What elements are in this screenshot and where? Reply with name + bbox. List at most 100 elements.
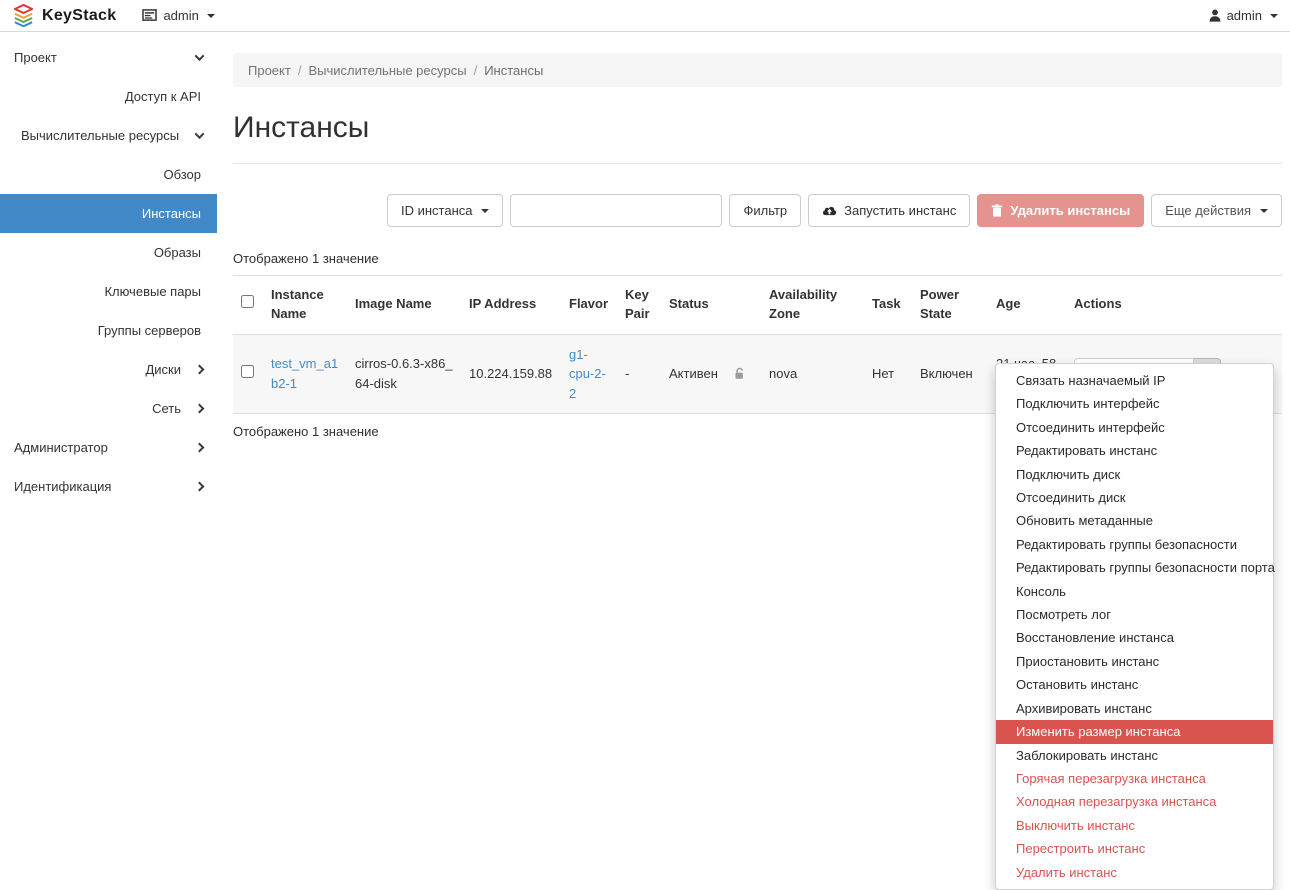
chevron-right-icon (195, 365, 205, 375)
row-actions-menu: Связать назначаемый IP Подключить интерф… (995, 363, 1274, 890)
delete-instances-button[interactable]: Удалить инстансы (977, 194, 1144, 227)
row-checkbox[interactable] (241, 365, 254, 378)
header-availability-zone[interactable]: Availability Zone (761, 276, 864, 335)
filter-field-label: ID инстанса (401, 203, 473, 218)
breadcrumb-project[interactable]: Проект (248, 63, 291, 78)
brand[interactable]: KeyStack (12, 4, 116, 27)
trash-icon (991, 204, 1003, 217)
availability-zone-cell: nova (761, 334, 864, 414)
header-ip-address[interactable]: IP Address (461, 276, 561, 335)
sidebar-item-admin[interactable]: Администратор (0, 428, 217, 467)
menu-item-lock-instance[interactable]: Заблокировать инстанс (996, 744, 1273, 767)
sidebar-item-label: Обзор (163, 167, 201, 182)
project-switcher-label: admin (163, 8, 198, 23)
header-power-state: Power State (912, 276, 988, 335)
table-toolbar: ID инстанса Фильтр Запустить инстанс (233, 194, 1282, 227)
filter-button-label: Фильтр (743, 203, 787, 218)
sidebar-item-api-access[interactable]: Доступ к API (0, 77, 217, 116)
menu-item-edit-instance[interactable]: Редактировать инстанс (996, 439, 1273, 462)
header-age[interactable]: Age (988, 276, 1066, 335)
launch-instance-button[interactable]: Запустить инстанс (808, 194, 970, 227)
sidebar-item-label: Ключевые пары (104, 284, 201, 299)
instance-name-link[interactable]: test_vm_a1b2-1 (271, 356, 338, 391)
menu-item-attach-interface[interactable]: Подключить интерфейс (996, 392, 1273, 415)
menu-item-shelve-instance[interactable]: Архивировать инстанс (996, 697, 1273, 720)
menu-item-edit-security-groups[interactable]: Редактировать группы безопасности (996, 533, 1273, 556)
key-pair-cell: - (617, 334, 661, 414)
menu-item-console[interactable]: Консоль (996, 580, 1273, 603)
menu-item-soft-reboot-instance[interactable]: Горячая перезагрузка инстанса (996, 767, 1273, 790)
chevron-down-icon (1270, 14, 1278, 18)
project-icon (142, 9, 157, 22)
sidebar-item-images[interactable]: Образы (0, 233, 217, 272)
breadcrumb-instances: Инстансы (484, 63, 543, 78)
header-instance-name[interactable]: Instance Name (263, 276, 347, 335)
status-value: Активен (669, 364, 718, 384)
more-actions-button[interactable]: Еще действия (1151, 194, 1282, 227)
menu-item-detach-volume[interactable]: Отсоединить диск (996, 486, 1273, 509)
menu-item-edit-port-security-groups[interactable]: Редактировать группы безопасности порта (996, 556, 1273, 579)
chevron-right-icon (195, 404, 205, 414)
user-menu[interactable]: admin (1209, 8, 1278, 23)
menu-item-resize-instance[interactable]: Изменить размер инстанса (996, 720, 1273, 743)
top-navbar: KeyStack admin admin (0, 0, 1290, 32)
menu-item-rebuild-instance[interactable]: Перестроить инстанс (996, 837, 1273, 860)
menu-item-view-log[interactable]: Посмотреть лог (996, 603, 1273, 626)
header-actions: Actions (1066, 276, 1282, 335)
cloud-upload-icon (822, 205, 837, 217)
menu-item-attach-volume[interactable]: Подключить диск (996, 463, 1273, 486)
unlock-icon (734, 367, 747, 380)
menu-item-shut-off-instance[interactable]: Выключить инстанс (996, 814, 1273, 837)
menu-item-associate-floating-ip[interactable]: Связать назначаемый IP (996, 369, 1273, 392)
sidebar-item-label: Доступ к API (125, 89, 201, 104)
sidebar-item-label: Инстансы (142, 206, 201, 221)
launch-instance-label: Запустить инстанс (844, 203, 956, 218)
project-switcher[interactable]: admin (142, 8, 214, 23)
sidebar-item-overview[interactable]: Обзор (0, 155, 217, 194)
page-title: Инстансы (233, 111, 1282, 145)
breadcrumb-separator: / (298, 63, 302, 78)
header-flavor: Flavor (561, 276, 617, 335)
menu-item-detach-interface[interactable]: Отсоединить интерфейс (996, 416, 1273, 439)
breadcrumb: Проект / Вычислительные ресурсы / Инстан… (233, 53, 1282, 87)
sidebar-item-label: Вычислительные ресурсы (21, 128, 179, 143)
filter-input[interactable] (510, 194, 722, 227)
flavor-link[interactable]: g1-cpu-2-2 (569, 347, 606, 401)
sidebar-item-label: Идентификация (14, 479, 111, 494)
power-state-cell: Включен (912, 334, 988, 414)
sidebar: Проект Доступ к API Вычислительные ресур… (0, 32, 217, 890)
menu-item-delete-instance[interactable]: Удалить инстанс (996, 861, 1273, 884)
filter-field-dropdown[interactable]: ID инстанса (387, 194, 504, 227)
header-key-pair: Key Pair (617, 276, 661, 335)
menu-item-hard-reboot-instance[interactable]: Холодная перезагрузка инстанса (996, 790, 1273, 813)
header-status[interactable]: Status (661, 276, 761, 335)
menu-item-suspend-instance[interactable]: Остановить инстанс (996, 673, 1273, 696)
items-count-top: Отображено 1 значение (233, 251, 1282, 266)
sidebar-item-key-pairs[interactable]: Ключевые пары (0, 272, 217, 311)
image-name-cell: cirros-0.6.3-x86_64-disk (347, 334, 461, 414)
sidebar-item-instances[interactable]: Инстансы (0, 194, 217, 233)
sidebar-item-label: Группы серверов (98, 323, 201, 338)
more-actions-label: Еще действия (1165, 203, 1251, 218)
menu-item-update-metadata[interactable]: Обновить метаданные (996, 509, 1273, 532)
sidebar-item-volumes[interactable]: Диски (0, 350, 217, 389)
chevron-down-icon (481, 209, 489, 213)
sidebar-item-network[interactable]: Сеть (0, 389, 217, 428)
menu-item-rescue-instance[interactable]: Восстановление инстанса (996, 626, 1273, 649)
header-task: Task (864, 276, 912, 335)
chevron-down-icon (1260, 209, 1268, 213)
delete-instances-label: Удалить инстансы (1010, 203, 1130, 218)
menu-item-pause-instance[interactable]: Приостановить инстанс (996, 650, 1273, 673)
header-image-name[interactable]: Image Name (347, 276, 461, 335)
title-divider (233, 163, 1282, 164)
select-all-checkbox[interactable] (241, 295, 254, 308)
breadcrumb-compute[interactable]: Вычислительные ресурсы (308, 63, 466, 78)
filter-button[interactable]: Фильтр (729, 194, 801, 227)
table-header-row: Instance Name Image Name IP Address Flav… (233, 276, 1282, 335)
sidebar-item-project[interactable]: Проект (0, 38, 217, 77)
user-menu-label: admin (1227, 8, 1262, 23)
sidebar-item-compute[interactable]: Вычислительные ресурсы (0, 116, 217, 155)
sidebar-item-identity[interactable]: Идентификация (0, 467, 217, 506)
task-cell: Нет (864, 334, 912, 414)
sidebar-item-server-groups[interactable]: Группы серверов (0, 311, 217, 350)
